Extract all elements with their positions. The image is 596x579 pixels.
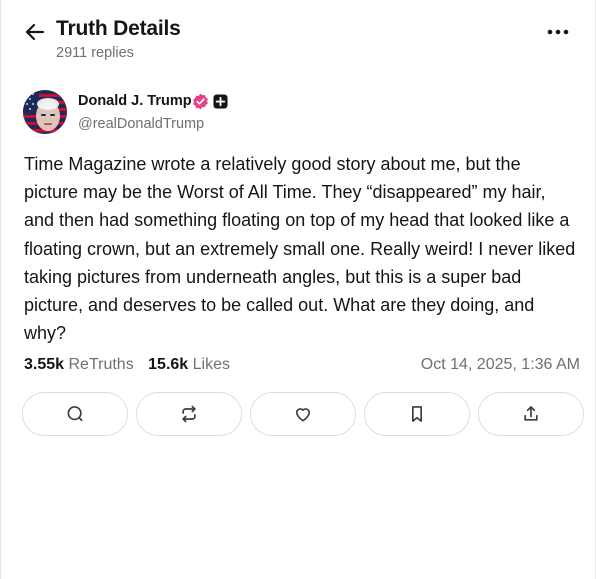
avatar[interactable]	[23, 90, 67, 134]
heart-icon	[295, 408, 311, 422]
bookmark-button[interactable]	[364, 392, 470, 436]
like-button[interactable]	[250, 392, 356, 436]
more-options-button[interactable]	[545, 22, 571, 42]
back-button[interactable]	[23, 20, 47, 44]
truth-details-page: Truth Details 2911 replies Donald J. Tru…	[0, 0, 596, 579]
retruths-stat[interactable]: 3.55k ReTruths	[24, 356, 134, 374]
replies-count: 2911 replies	[56, 45, 134, 61]
likes-label: Likes	[192, 356, 231, 373]
arrow-left-icon	[25, 23, 45, 41]
likes-count: 15.6k	[148, 356, 189, 373]
share-icon	[524, 406, 538, 421]
repost-icon	[182, 405, 196, 423]
action-bar	[22, 392, 584, 436]
likes-stat[interactable]: 15.6k Likes	[148, 356, 230, 374]
plus-square-icon	[213, 94, 228, 109]
more-horizontal-icon	[547, 29, 569, 35]
page-header: Truth Details 2911 replies	[1, 0, 596, 78]
post-text: Time Magazine wrote a relatively good st…	[24, 154, 576, 344]
verified-badge-icon	[192, 93, 209, 110]
retruths-label: ReTruths	[68, 356, 134, 373]
comment-icon	[67, 406, 83, 422]
author-name[interactable]: Donald J. Trump	[78, 93, 192, 109]
share-button[interactable]	[478, 392, 584, 436]
avatar-image	[23, 90, 67, 134]
retruths-count: 3.55k	[24, 356, 65, 373]
post-stats: 3.55k ReTruths 15.6k Likes	[24, 356, 230, 374]
post-timestamp: Oct 14, 2025, 1:36 AM	[420, 356, 580, 373]
page-title: Truth Details	[56, 17, 181, 40]
retruth-button[interactable]	[136, 392, 242, 436]
bookmark-icon	[412, 406, 422, 422]
author-handle[interactable]: @realDonaldTrump	[78, 116, 204, 132]
reply-button[interactable]	[22, 392, 128, 436]
